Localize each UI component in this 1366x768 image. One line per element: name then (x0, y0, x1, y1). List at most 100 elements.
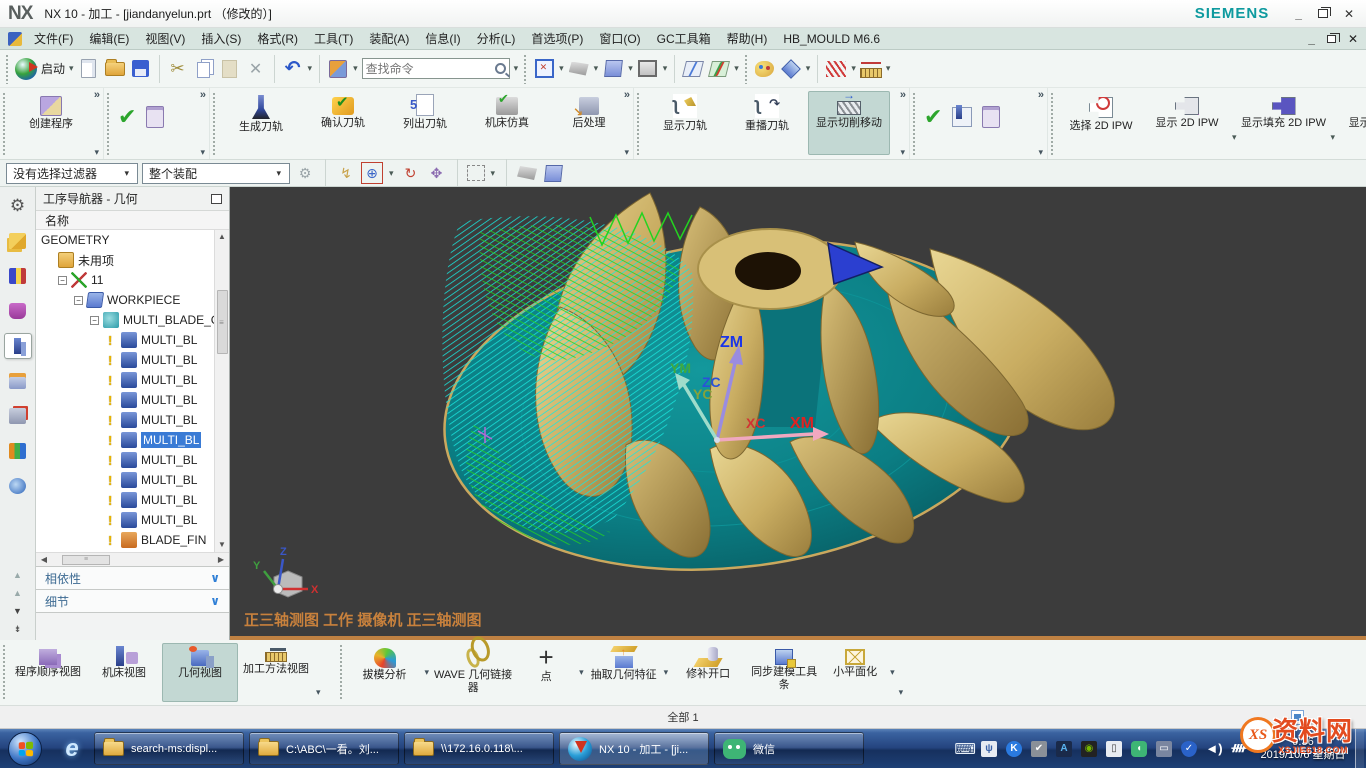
nvidia-icon[interactable]: ◉ (1081, 741, 1097, 757)
open-file-button[interactable] (102, 55, 128, 83)
toolbar-drag-handle[interactable] (523, 54, 528, 84)
scroll-right-icon[interactable]: ▶ (215, 555, 227, 564)
show-toolpath-button[interactable]: 显示刀轨 (644, 91, 726, 155)
browser-button[interactable]: e (55, 735, 89, 763)
menu-item-window[interactable]: 窗口(O) (591, 28, 648, 49)
move-dropdown-icon[interactable]: ▾ (806, 63, 811, 74)
shaded-ball-icon[interactable] (517, 166, 537, 180)
dropdown-icon[interactable]: ▾ (664, 667, 669, 678)
rotate-point-icon[interactable]: ↻ (400, 162, 422, 184)
search-dropdown-icon[interactable]: ▾ (514, 63, 519, 74)
ipw-dropdown-icon[interactable]: ▾ (1331, 132, 1336, 143)
web-browser-tab[interactable] (4, 473, 32, 499)
operation-navigator-tab[interactable] (4, 333, 32, 359)
scroll-down-icon[interactable]: ▼ (13, 607, 22, 616)
cut-button[interactable]: ✂ (165, 55, 191, 83)
tree-row-multi-blade-geom[interactable]: − MULTI_BLADE_G (36, 310, 214, 330)
group-overflow-icon[interactable]: » (200, 89, 206, 101)
toolbar-drag-handle[interactable] (744, 54, 749, 84)
tool-sheet-icon[interactable] (952, 107, 972, 127)
roles-tab[interactable]: ⚙ (4, 193, 32, 219)
postprocess-button[interactable]: 后处理 (548, 91, 630, 155)
tree-row-mcs[interactable]: − 11 (36, 270, 214, 290)
scroll-up-icon[interactable]: ▲ (13, 589, 22, 598)
show-cutting-moves-button[interactable]: 显示切削移动 (808, 91, 890, 155)
scrollbar-thumb[interactable]: ≡ (62, 555, 110, 565)
tree-row-operation[interactable]: ! MULTI_BL (36, 510, 214, 530)
doc-close-button[interactable]: ✕ (1348, 34, 1358, 44)
view-triad[interactable]: Z X Y (253, 546, 319, 597)
menu-item-gc-toolbox[interactable]: GC工具箱 (649, 28, 719, 49)
wave-geometry-linker-button[interactable]: WAVE 几何链接器 (431, 643, 515, 702)
process-assistant-tab[interactable] (4, 403, 32, 429)
menu-item-tools[interactable]: 工具(T) (306, 28, 361, 49)
show-filled-2d-ipw-button[interactable]: 显示填充 2D IPW (1239, 91, 1329, 155)
tree-row-workpiece[interactable]: − WORKPIECE (36, 290, 214, 310)
menu-item-assemblies[interactable]: 装配(A) (361, 28, 417, 49)
scroll-down-icon[interactable]: ▼ (218, 538, 226, 552)
replay-toolpath-button[interactable]: 重播刀轨 (726, 91, 808, 155)
selection-filter-dropdown[interactable]: 没有选择过滤器 ▾ (6, 163, 138, 184)
group-dropdown-icon[interactable]: ▾ (624, 147, 629, 158)
snap-dropdown-icon[interactable]: ▾ (389, 168, 394, 179)
dropdown-icon[interactable]: ▾ (890, 667, 895, 678)
measure-distance-button[interactable] (858, 55, 884, 83)
usb-eject-icon[interactable]: ✔ (1031, 741, 1047, 757)
ipw-dropdown-icon[interactable]: ▾ (1232, 132, 1237, 143)
machining-method-view-button[interactable]: 加工方法视图 (238, 643, 314, 702)
section-details[interactable]: 细节 ∨ (36, 589, 229, 612)
fit-view-button[interactable] (531, 55, 557, 83)
window-style-button[interactable] (635, 55, 661, 83)
tree-row-operation[interactable]: ! MULTI_BL (36, 410, 214, 430)
copy-button[interactable] (191, 55, 217, 83)
taskbar-wechat-button[interactable]: 微信 (714, 732, 864, 765)
dropdown-icon[interactable]: ▾ (425, 667, 430, 678)
scroll-up-icon[interactable]: ▲ (218, 230, 226, 244)
usb-icon[interactable]: ψ (981, 741, 997, 757)
toolbar-drag-handle[interactable] (5, 54, 10, 84)
handle-select-icon[interactable]: ✥ (426, 162, 448, 184)
graphics-viewport[interactable]: ZM ZC YM YC XC XM Z X Y 正三轴测 (230, 187, 1366, 640)
menu-item-analysis[interactable]: 分析(L) (469, 28, 524, 49)
operations-clipboard-icon[interactable] (982, 106, 1000, 128)
panel-float-icon[interactable] (211, 194, 222, 204)
tree-row-operation[interactable]: ! MULTI_BL (36, 370, 214, 390)
synchronous-modeling-toolbar-button[interactable]: 同步建模工具条 (746, 643, 822, 702)
menu-item-edit[interactable]: 编辑(E) (81, 28, 137, 49)
create-program-button[interactable]: 创建程序 (10, 91, 92, 155)
reuse-library-tab[interactable] (4, 438, 32, 464)
measure-angle-button[interactable] (823, 55, 849, 83)
menu-item-information[interactable]: 信息(I) (417, 28, 468, 49)
taskbar-folder-abc[interactable]: C:\ABC\一看。刘... (249, 732, 399, 765)
tree-row-operation[interactable]: ! MULTI_BL (36, 330, 214, 350)
angle-dropdown-icon[interactable]: ▾ (851, 63, 856, 74)
keyboard-icon[interactable]: ⌨ (954, 740, 976, 758)
save-button[interactable] (128, 55, 154, 83)
verify-tool-icon[interactable]: ✔ (118, 106, 136, 128)
group-overflow-icon[interactable]: » (900, 89, 906, 101)
verify-tool-icon[interactable]: ✔ (924, 106, 942, 128)
command-search-box[interactable] (362, 58, 510, 79)
volume-icon[interactable]: ◄) (1206, 741, 1222, 757)
tree-row-operation-selected[interactable]: ! MULTI_BL (36, 430, 214, 450)
close-button[interactable]: ✕ (1344, 9, 1354, 19)
restore-button[interactable] (1318, 9, 1328, 18)
group-dropdown-icon[interactable]: ▾ (900, 147, 905, 158)
menu-item-file[interactable]: 文件(F) (26, 28, 81, 49)
group-dropdown-icon[interactable]: ▾ (316, 687, 321, 698)
list-toolpath-button[interactable]: 列出刀轨 (384, 91, 466, 155)
command-search-input[interactable] (366, 62, 495, 76)
part-navigator-tab[interactable] (4, 298, 32, 324)
menu-item-hb-mould[interactable]: HB_MOULD M6.6 (775, 30, 888, 48)
scroll-bottom-icon[interactable]: ⇟ (14, 625, 22, 634)
extract-geometric-feature-button[interactable]: 抽取几何特征 (586, 643, 662, 702)
minimize-button[interactable]: _ (1295, 9, 1302, 19)
menu-item-insert[interactable]: 插入(S) (193, 28, 249, 49)
shaded-dropdown-icon[interactable]: ▾ (628, 63, 633, 74)
edit-section-button[interactable] (706, 55, 732, 83)
nx-start-icon[interactable] (15, 58, 37, 80)
assembly-navigator-tab[interactable] (4, 228, 32, 254)
tree-row-unused[interactable]: 未用项 (36, 250, 214, 270)
show-datum-button[interactable] (680, 55, 706, 83)
section-dropdown-icon[interactable]: ▾ (734, 63, 739, 74)
